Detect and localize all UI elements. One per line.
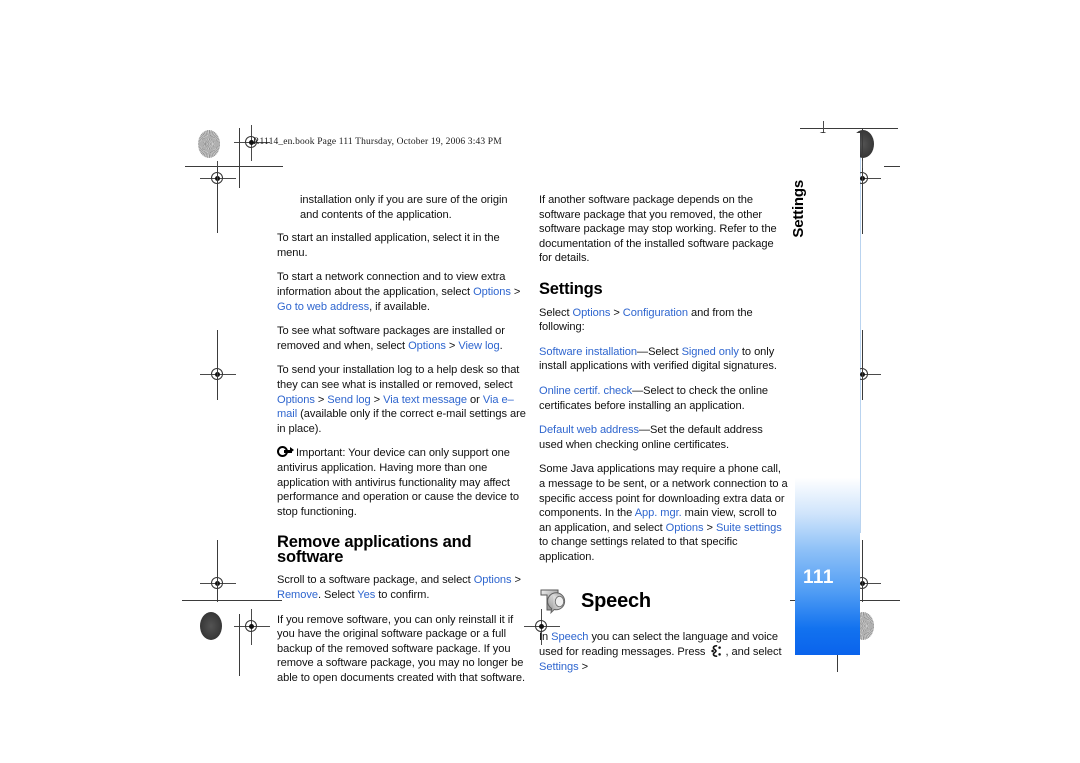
ui-term-reference: App. mgr. [634, 507, 682, 520]
body-text: > [511, 574, 522, 587]
body-text: installation only if you are sure of the… [300, 194, 508, 221]
trim-line [185, 166, 283, 167]
body-text: Scroll to a software package, and select [277, 574, 474, 587]
ui-term-reference: Online certif. check [539, 384, 633, 397]
right-text-column: If another software package depends on t… [539, 193, 788, 684]
left-paragraphs: installation only if you are sure of the… [277, 193, 526, 436]
paragraph: Online certif. check—Select to check the… [539, 384, 788, 413]
ui-term-reference: Yes [357, 589, 376, 602]
ui-term-reference: Settings [539, 660, 579, 673]
body-text: Select [539, 306, 573, 319]
left-paragraphs-after-heading: Scroll to a software package, and select… [277, 573, 526, 685]
body-text: > [314, 393, 328, 406]
paragraph: To see what software packages are instal… [277, 324, 526, 353]
settings-paragraphs: Select Options > Configuration and from … [539, 306, 788, 565]
body-text: to change settings related to that speci… [539, 536, 738, 563]
ui-term-reference: Default web address [539, 424, 639, 437]
right-paragraphs-top: If another software package depends on t… [539, 193, 788, 266]
left-text-column: installation only if you are sure of the… [277, 193, 526, 696]
ui-term-reference: Speech [551, 631, 589, 644]
book-header-note: R1114_en.book Page 111 Thursday, October… [253, 137, 502, 147]
ui-term-reference: Remove [277, 589, 318, 602]
chapter-title: Settings [790, 180, 807, 238]
trim-line [217, 330, 218, 400]
body-text: > [610, 306, 623, 319]
trim-line [239, 128, 240, 188]
trim-line [217, 540, 218, 600]
body-text: . [499, 339, 503, 352]
body-text: If you remove software, you can only rei… [277, 613, 525, 685]
ink-density-blob-mark [200, 612, 222, 640]
trim-line [239, 614, 240, 676]
important-arrow-icon [277, 446, 294, 458]
body-text: , and select [725, 646, 782, 659]
speech-paragraph: In Speech you can select the language an… [539, 630, 788, 674]
ink-density-blob-mark [198, 130, 220, 158]
body-text: To send your installation log to a help … [277, 364, 520, 391]
trim-line [217, 167, 218, 233]
body-text: > [578, 660, 589, 673]
registration-crosshair-mark [200, 566, 236, 602]
trim-line [862, 540, 863, 600]
section-heading-remove-applications: Remove applications and software [277, 533, 472, 566]
body-text: —Select [637, 345, 682, 358]
body-text: . Select [317, 589, 358, 602]
body-text: To start an installed application, selec… [277, 232, 500, 259]
paragraph: To start a network connection and to vie… [277, 270, 526, 314]
registration-crosshair-mark [200, 161, 236, 197]
body-text: > [703, 521, 716, 534]
body-text: or [467, 393, 483, 406]
paragraph: Select Options > Configuration and from … [539, 306, 788, 335]
ui-term-reference: Send log [327, 393, 371, 406]
paragraph: To send your installation log to a help … [277, 363, 526, 436]
ui-term-reference: Suite settings [715, 521, 782, 534]
paragraph: In Speech you can select the language an… [539, 630, 788, 674]
ui-term-reference: Options [473, 574, 512, 587]
important-note-text: Important: Your device can only support … [277, 447, 519, 518]
trim-line [182, 600, 282, 601]
body-text: (available only if the correct e-mail se… [277, 408, 526, 435]
body-text: > [445, 339, 459, 352]
ui-term-reference: Via text message [383, 393, 468, 406]
ui-term-reference: View log [458, 339, 500, 352]
menu-key-glyph-icon [711, 645, 722, 658]
registration-crosshair-mark [234, 609, 270, 645]
paragraph: Scroll to a software package, and select… [277, 573, 526, 602]
paragraph: Some Java applications may require a pho… [539, 462, 788, 564]
ui-term-reference: Options [572, 306, 611, 319]
paragraph: If another software package depends on t… [539, 193, 788, 266]
registration-crosshair-mark [200, 357, 236, 393]
section-heading-speech-row: Speech [539, 586, 788, 616]
ui-term-reference: Signed only [681, 345, 739, 358]
ui-term-reference: Options [665, 521, 704, 534]
page-number: 111 [803, 567, 834, 588]
important-note: Important: Your device can only support … [277, 446, 526, 519]
body-text: , if available. [369, 300, 430, 313]
ui-term-reference: Options [408, 339, 446, 352]
body-text: In [539, 631, 552, 644]
ui-term-reference: Options [473, 285, 511, 298]
ui-term-reference: Go to web address [277, 300, 370, 313]
paragraph: If you remove software, you can only rei… [277, 613, 526, 686]
ui-term-reference: Options [277, 393, 315, 406]
trim-line [884, 166, 900, 167]
body-text: To start a network connection and to vie… [277, 271, 506, 298]
speech-text-to-speech-icon [539, 586, 570, 616]
ui-term-reference: Software installation [539, 345, 638, 358]
speech-heading: Speech [581, 590, 651, 613]
body-text: to confirm. [375, 589, 430, 602]
paragraph: installation only if you are sure of the… [277, 193, 526, 222]
body-text: If another software package depends on t… [539, 194, 777, 265]
body-text: > [510, 285, 521, 298]
trim-line [862, 330, 863, 400]
paragraph: To start an installed application, selec… [277, 231, 526, 260]
paragraph: Default web address—Set the default addr… [539, 423, 788, 452]
ui-term-reference: Configuration [622, 306, 688, 319]
body-text: > [370, 393, 384, 406]
section-heading-settings: Settings [539, 279, 603, 298]
paragraph: Software installation—Select Signed only… [539, 345, 788, 374]
